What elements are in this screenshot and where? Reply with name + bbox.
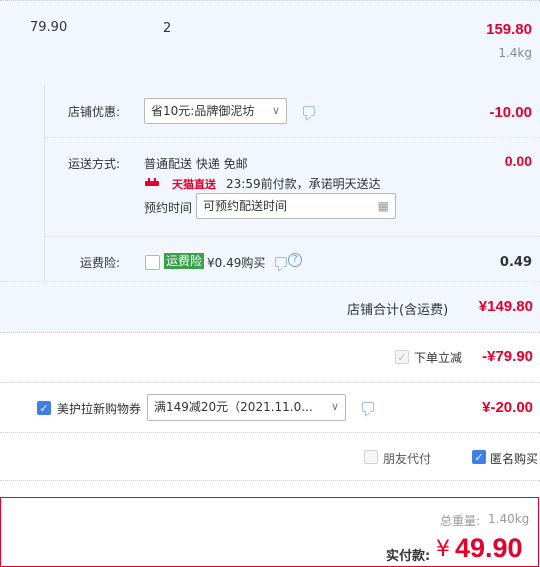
coupon-amount: ¥-20.00	[482, 399, 533, 416]
shipping-label: 运送方式:	[68, 157, 121, 171]
store-discount-value: 省10元:品牌御泥坊	[151, 104, 255, 118]
pay-currency: ¥	[436, 537, 450, 562]
total-weight-value: 1.40kg	[488, 512, 530, 526]
friend-pay-checkbox[interactable]	[364, 450, 378, 464]
chat-icon[interactable]	[303, 106, 315, 116]
divider	[0, 432, 540, 433]
store-discount-select[interactable]: 省10元:品牌御泥坊 ∨	[144, 98, 287, 124]
instant-discount-amount: -¥79.90	[482, 348, 533, 365]
insurance-price: ¥0.49购买	[207, 256, 266, 270]
divider	[0, 281, 540, 282]
schedule-input[interactable]: 可预约配送时间 ▦	[196, 193, 396, 219]
chevron-down-icon: ∨	[330, 400, 339, 413]
panel-divider	[44, 85, 45, 281]
instant-discount-label: 下单立减	[414, 351, 463, 365]
divider	[0, 480, 540, 481]
chevron-down-icon: ∨	[271, 104, 280, 117]
order-item-row	[0, 0, 540, 86]
unit-price: 79.90	[30, 20, 68, 35]
item-weight: 1.4kg	[498, 46, 532, 60]
shipping-method: 普通配送 快递 免邮	[144, 157, 248, 171]
store-total-label: 店铺合计(含运费)	[347, 303, 449, 318]
help-icon[interactable]: ?	[288, 253, 302, 267]
store-total-amount: ¥149.80	[478, 298, 533, 315]
coupon-checkbox[interactable]: ✓	[37, 401, 51, 415]
divider	[0, 382, 540, 383]
coupon-select[interactable]: 满149减20元（2021.11.0... ∨	[147, 394, 346, 421]
total-weight-label: 总重量:	[440, 514, 481, 528]
coupon-value: 满149减20元（2021.11.0...	[154, 400, 313, 414]
tmall-direct-badge: 天猫直送	[172, 178, 216, 191]
store-discount-label: 店铺优惠:	[68, 105, 121, 119]
insurance-checkbox[interactable]	[145, 255, 160, 270]
shipping-amount: 0.00	[504, 153, 532, 169]
chat-icon[interactable]	[275, 257, 287, 267]
pay-label: 实付款:	[386, 549, 431, 564]
anonymous-label: 匿名购买	[490, 452, 539, 466]
delivery-promise: 23:59前付款，承诺明天送达	[226, 177, 381, 191]
store-discount-amount: -10.00	[489, 104, 532, 121]
calendar-icon: ▦	[377, 199, 389, 213]
instant-discount-checkbox[interactable]: ✓	[395, 350, 409, 364]
friend-pay-label: 朋友代付	[383, 452, 432, 466]
schedule-placeholder: 可预约配送时间	[203, 199, 288, 213]
chat-icon[interactable]	[362, 402, 374, 412]
divider	[45, 137, 540, 138]
anonymous-checkbox[interactable]: ✓	[472, 450, 486, 464]
coupon-label: 美护拉新购物券	[57, 402, 142, 416]
divider	[45, 236, 540, 237]
divider	[0, 332, 540, 333]
tmall-icon	[145, 177, 159, 186]
pay-amount: 49.90	[455, 533, 523, 563]
insurance-amount: 0.49	[499, 255, 532, 270]
schedule-label: 预约时间	[144, 201, 193, 215]
insurance-label: 运费险:	[80, 256, 121, 270]
subtotal: 159.80	[486, 21, 532, 38]
insurance-badge: 运费险	[164, 253, 205, 269]
quantity: 2	[163, 21, 172, 36]
